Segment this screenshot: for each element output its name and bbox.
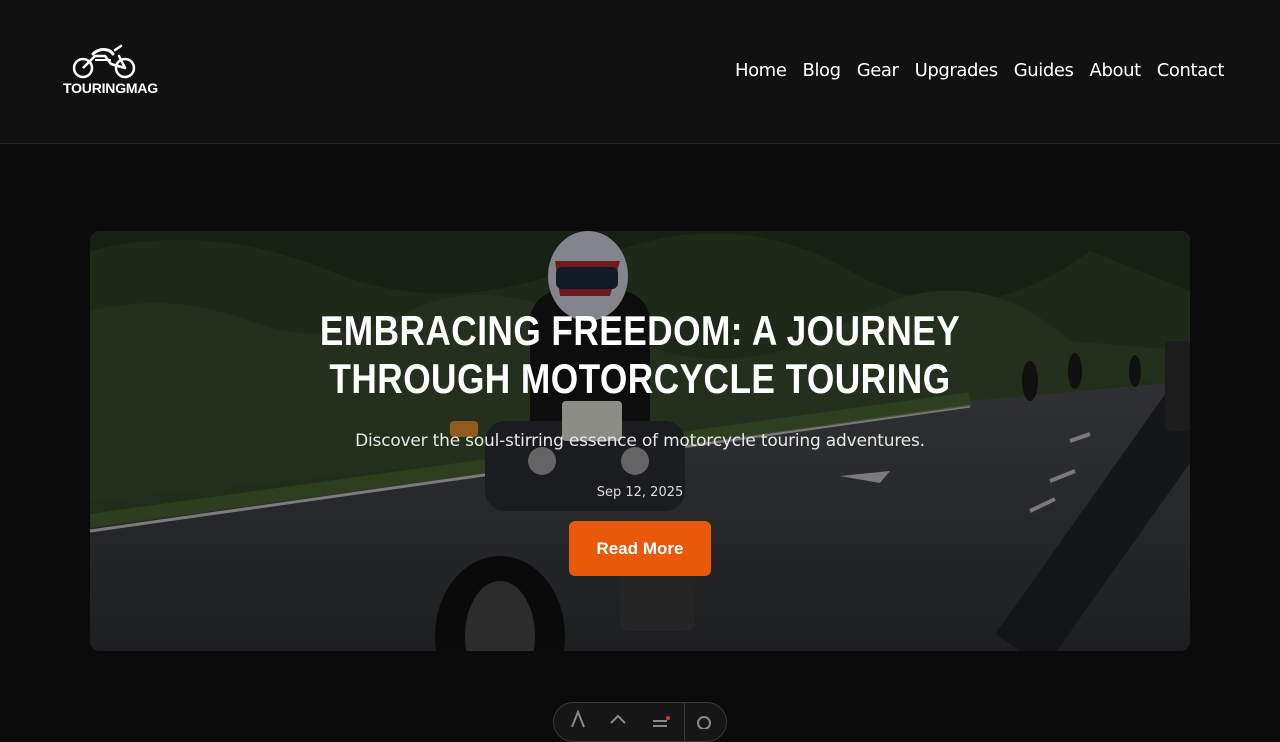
nav-item-home[interactable]: Home	[735, 60, 787, 81]
main-nav: Home Blog Gear Upgrades Guides About Con…	[735, 60, 1224, 81]
nav-item-blog[interactable]: Blog	[803, 60, 842, 81]
nav-item-about[interactable]: About	[1090, 60, 1142, 81]
hero-content: Embracing Freedom: A Journey Through Mot…	[90, 231, 1190, 651]
nav-item-contact[interactable]: Contact	[1157, 60, 1225, 81]
brand-name: TOURINGMAG	[63, 80, 158, 96]
post-date: Sep 12, 2025	[596, 485, 684, 500]
menu-icon[interactable]	[650, 709, 670, 729]
read-more-button[interactable]: Read More	[569, 521, 711, 576]
motorcycle-icon	[72, 44, 136, 79]
nav-item-guides[interactable]: Guides	[1014, 60, 1074, 81]
hero-subtitle: Discover the soul-stirring essence of mo…	[355, 431, 925, 451]
inspect-icon[interactable]	[568, 709, 588, 729]
hero-card[interactable]: Embracing Freedom: A Journey Through Mot…	[90, 231, 1190, 651]
nav-item-gear[interactable]: Gear	[857, 60, 899, 81]
select-icon[interactable]	[608, 709, 628, 729]
toolbar-divider	[684, 703, 685, 741]
site-logo[interactable]: TOURINGMAG	[63, 44, 158, 100]
site-header: TOURINGMAG Home Blog Gear Upgrades Guide…	[0, 0, 1280, 144]
hero-title[interactable]: Embracing Freedom: A Journey Through Mot…	[304, 307, 976, 403]
settings-icon[interactable]	[694, 709, 714, 729]
floating-toolbar	[553, 702, 727, 742]
nav-item-upgrades[interactable]: Upgrades	[915, 60, 999, 81]
